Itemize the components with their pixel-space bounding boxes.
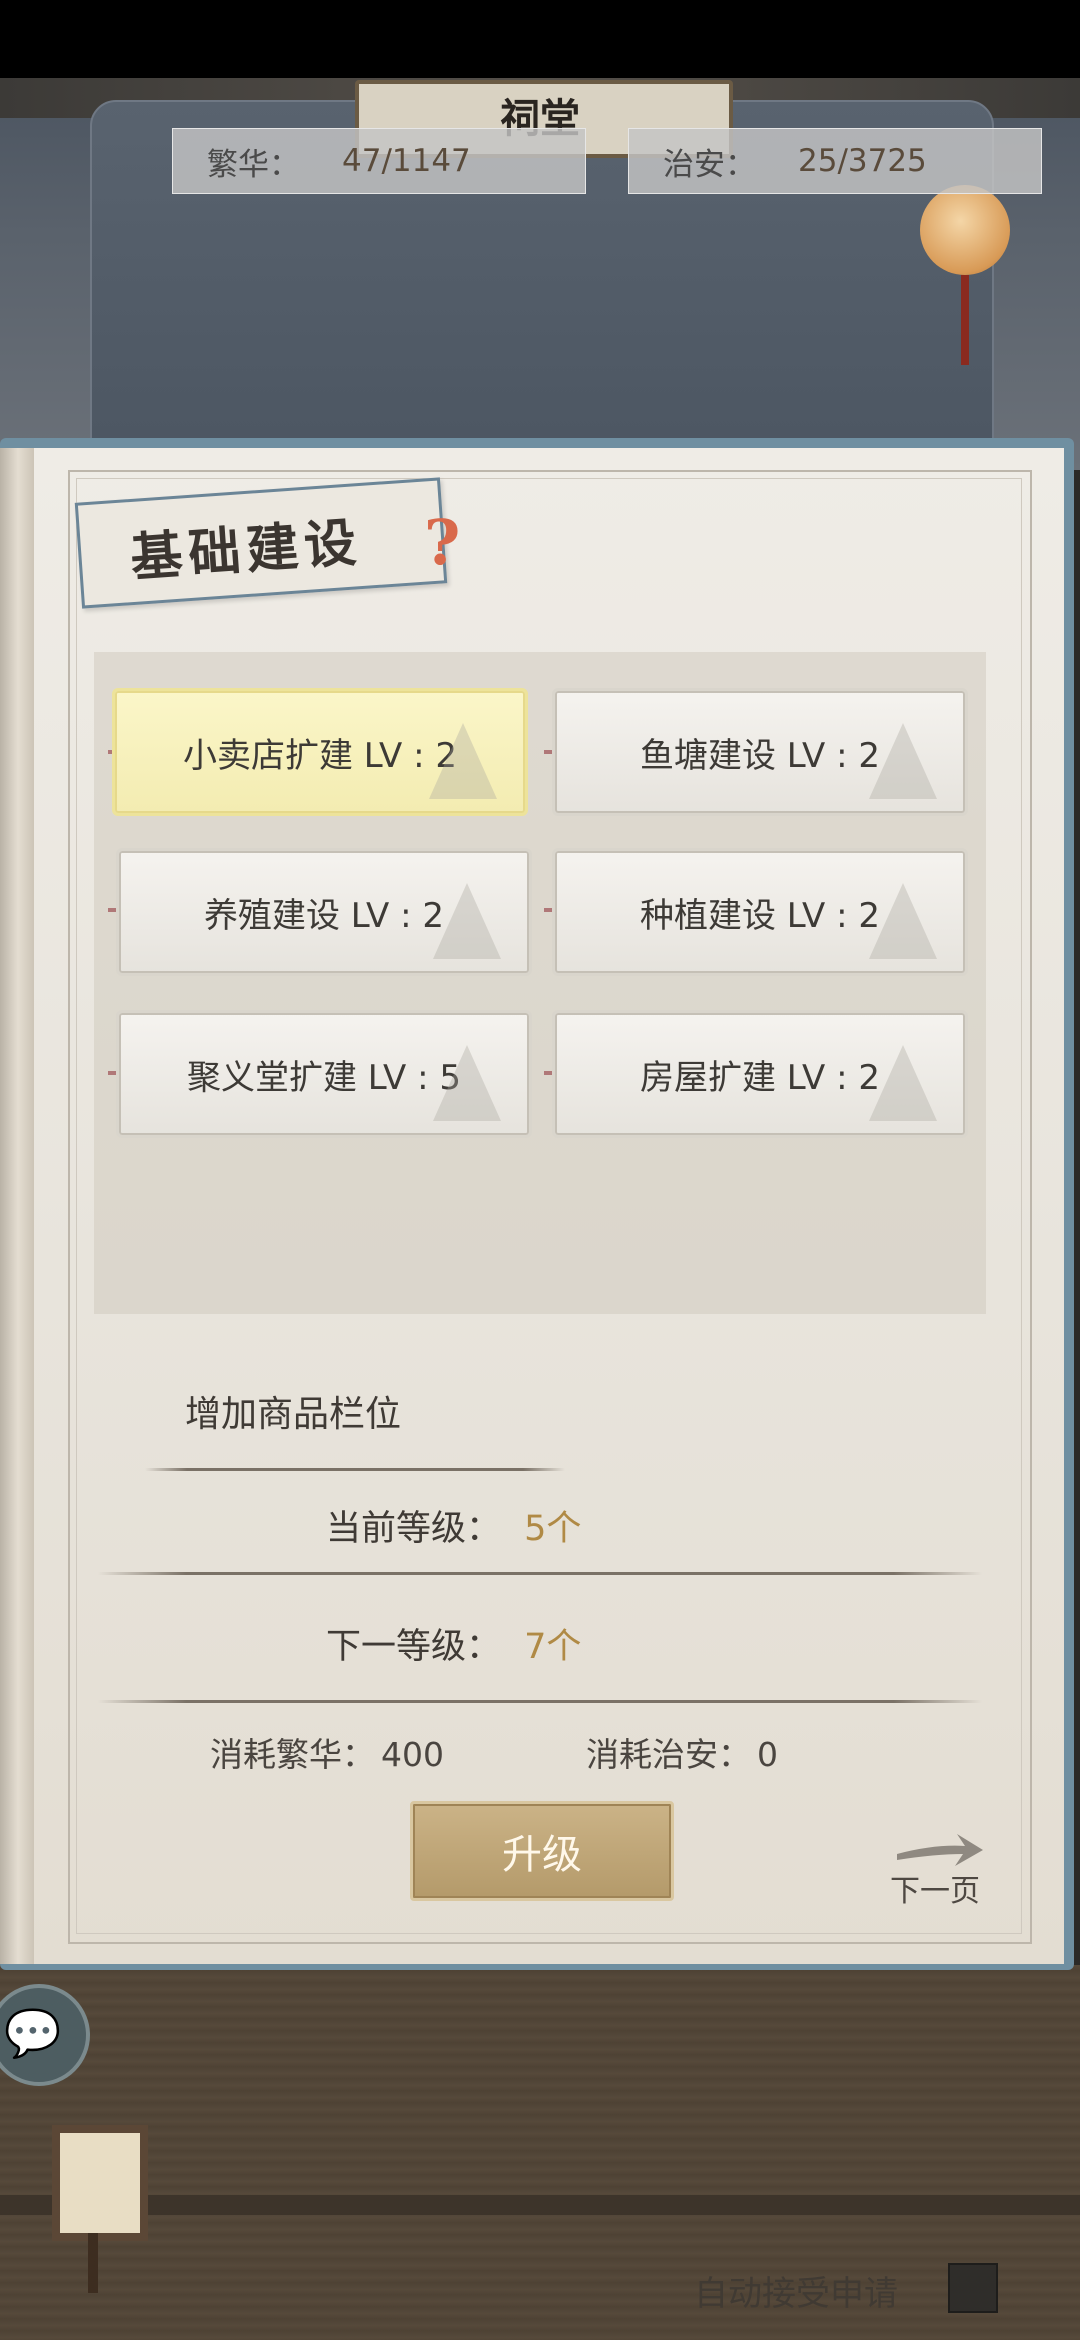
mountain-decoration — [429, 723, 497, 799]
prosperity-label: 繁华： — [207, 146, 300, 183]
lantern-icon — [52, 2125, 148, 2241]
building-card-hall[interactable]: 聚义堂扩建 LV : 5 — [116, 1010, 532, 1138]
building-card-livestock[interactable]: 养殖建设 LV : 2 — [116, 848, 532, 976]
security-label: 治安： — [663, 146, 756, 183]
upgrade-button[interactable]: 升级 — [410, 1801, 674, 1901]
building-label: 鱼塘建设 LV : 2 — [640, 735, 880, 776]
building-card-fishpond[interactable]: 鱼塘建设 LV : 2 — [552, 688, 968, 816]
floor-strip — [0, 2195, 1080, 2215]
security-bar: 治安： 25/3725 — [628, 128, 1042, 194]
building-label: 小卖店扩建 LV : 2 — [183, 735, 457, 776]
cost-security-label: 消耗治安： — [586, 1735, 751, 1774]
divider — [98, 1700, 982, 1703]
cost-prosperity-label: 消耗繁华： — [210, 1735, 375, 1774]
arrow-right-icon[interactable] — [895, 1830, 985, 1870]
upgrade-description: 增加商品栏位 — [185, 1394, 402, 1435]
building-card-housing[interactable]: 房屋扩建 LV : 2 — [552, 1010, 968, 1138]
current-level-row: 当前等级： 5个 — [326, 1500, 581, 1551]
next-level-value: 7个 — [524, 1627, 582, 1667]
current-level-value: 5个 — [524, 1509, 582, 1549]
mountain-decoration — [433, 883, 501, 959]
building-card-shop[interactable]: 小卖店扩建 LV : 2 — [112, 688, 528, 816]
building-card-planting[interactable]: 种植建设 LV : 2 — [552, 848, 968, 976]
book-spine — [0, 448, 36, 1964]
mountain-decoration — [433, 1045, 501, 1121]
status-bar — [0, 0, 1080, 78]
cost-prosperity: 消耗繁华： 400 — [210, 1728, 444, 1776]
cost-security-value: 0 — [757, 1735, 778, 1774]
upgrade-button-label: 升级 — [502, 1832, 582, 1878]
floor-background — [0, 1965, 1080, 2340]
mountain-decoration — [869, 1045, 937, 1121]
mountain-decoration — [869, 883, 937, 959]
current-level-label: 当前等级： — [326, 1509, 502, 1549]
building-label: 房屋扩建 LV : 2 — [640, 1057, 880, 1098]
building-label: 聚义堂扩建 LV : 5 — [187, 1057, 461, 1098]
next-level-row: 下一等级： 7个 — [326, 1618, 581, 1669]
next-page-button[interactable]: 下一页 — [890, 1866, 980, 1910]
cost-security: 消耗治安： 0 — [586, 1728, 778, 1776]
lantern-tassel — [961, 275, 969, 365]
building-label: 养殖建设 LV : 2 — [204, 895, 444, 936]
lamp-pole — [88, 2233, 98, 2293]
next-level-label: 下一等级： — [326, 1627, 502, 1667]
auto-accept-label: 自动接受申请 — [694, 2274, 898, 2314]
building-label: 种植建设 LV : 2 — [640, 895, 880, 936]
auto-accept-checkbox[interactable] — [948, 2263, 998, 2313]
mountain-decoration — [869, 723, 937, 799]
chat-bubble-icon: 💬 — [4, 2006, 62, 2060]
divider — [98, 1572, 982, 1575]
prosperity-bar: 繁华： 47/1147 — [172, 128, 586, 194]
security-value: 25/3725 — [798, 143, 927, 179]
prosperity-value: 47/1147 — [342, 143, 471, 179]
question-icon[interactable]: ? — [424, 506, 460, 579]
cost-prosperity-value: 400 — [381, 1735, 444, 1774]
divider — [145, 1468, 565, 1471]
lantern-icon — [920, 185, 1010, 275]
